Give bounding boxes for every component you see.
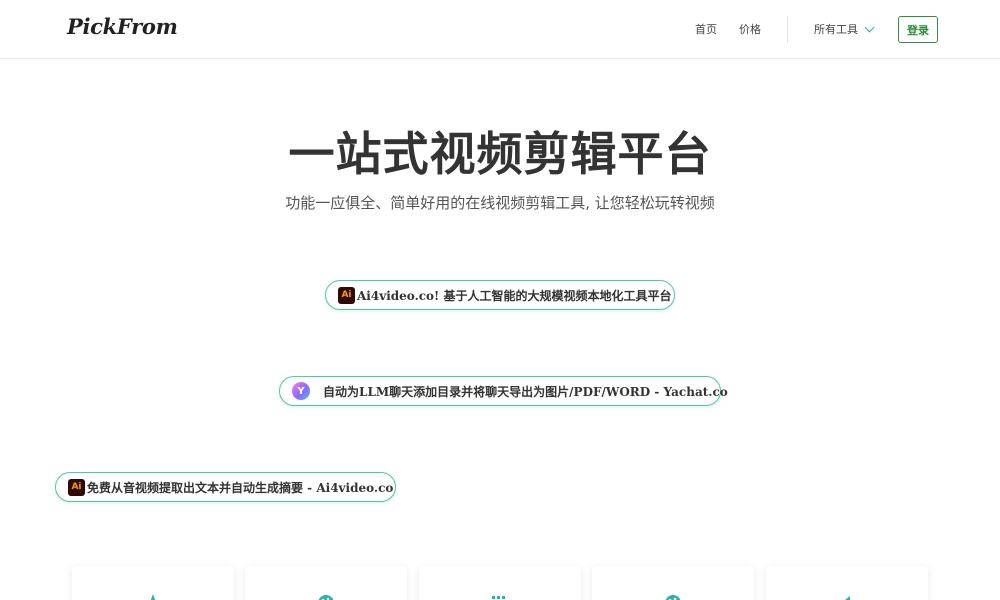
palette-icon — [665, 595, 681, 600]
tool-card[interactable] — [419, 566, 581, 600]
palette-icon — [318, 595, 334, 600]
tool-card[interactable] — [592, 566, 754, 600]
page-subtitle: 功能一应俱全、简单好用的在线视频剪辑工具, 让您轻松玩转视频 — [285, 194, 715, 212]
promo-link-ai4video-localization[interactable]: Ai Ai4video.co! 基于人工智能的大规模视频本地化工具平台 — [325, 280, 675, 310]
promo-text: 自动为LLM聊天添加目录并将聊天导出为图片/PDF/WORD - Yachat.… — [323, 384, 728, 399]
grid-icon — [492, 596, 505, 599]
site-logo[interactable]: PickFrom — [67, 14, 178, 39]
speaker-icon — [840, 596, 850, 600]
promo-text: 免费从音视频提取出文本并自动生成摘要 - Ai4video.co — [87, 480, 394, 495]
login-button[interactable]: 登录 — [898, 16, 938, 43]
all-tools-label: 所有工具 — [814, 23, 858, 36]
page-title: 一站式视频剪辑平台 — [288, 127, 712, 181]
promo-text: Ai4video.co! 基于人工智能的大规模视频本地化工具平台 — [357, 288, 672, 303]
nav-divider — [787, 16, 788, 43]
tool-card[interactable] — [72, 566, 234, 600]
nav-home-link[interactable]: 首页 — [695, 21, 717, 37]
adobe-ai-icon: Ai — [338, 286, 355, 304]
promo-link-yachat[interactable]: Y 自动为LLM聊天添加目录并将聊天导出为图片/PDF/WORD - Yacha… — [279, 376, 728, 406]
chevron-down-icon — [864, 22, 875, 32]
tool-card[interactable] — [245, 566, 407, 600]
top-header: PickFrom 首页 价格 所有工具 登录 — [0, 0, 1000, 59]
promo-link-ai4video-summary[interactable]: Ai 免费从音视频提取出文本并自动生成摘要 - Ai4video.co — [55, 472, 396, 502]
adobe-ai-icon: Ai — [68, 478, 85, 496]
yachat-logo-icon: Y — [292, 382, 310, 400]
nav-pricing-link[interactable]: 价格 — [739, 21, 761, 37]
all-tools-dropdown[interactable]: 所有工具 — [814, 21, 875, 37]
tool-card[interactable] — [766, 566, 928, 600]
scissors-icon — [150, 594, 156, 600]
